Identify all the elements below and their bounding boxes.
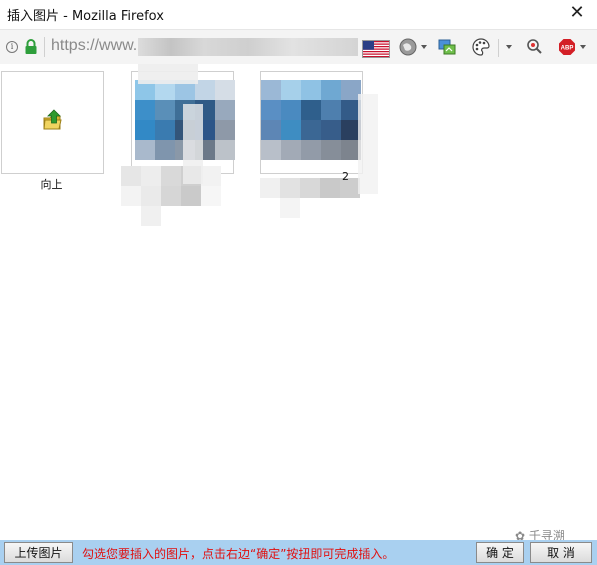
svg-text:ABP: ABP	[561, 46, 574, 52]
toolbar-separator	[498, 39, 499, 57]
close-icon: ✕	[569, 2, 585, 23]
ok-button[interactable]: 确 定	[476, 542, 524, 563]
us-flag-icon[interactable]	[362, 40, 390, 58]
search-zoom-icon[interactable]	[526, 38, 544, 56]
url-redacted	[138, 38, 358, 56]
redaction-block	[183, 104, 203, 184]
chevron-down-icon[interactable]	[580, 45, 586, 49]
url-input[interactable]: https://www.	[51, 37, 137, 55]
info-icon[interactable]: i	[6, 41, 18, 53]
upload-image-button[interactable]: 上传图片	[4, 542, 73, 563]
adblock-plus-icon[interactable]: ABP	[558, 38, 576, 56]
folder-up-icon	[43, 109, 62, 130]
window-title: 插入图片 - Mozilla Firefox	[7, 9, 164, 24]
image-tile-label: 2	[342, 170, 349, 183]
dialog-window: 插入图片 - Mozilla Firefox ✕ i https://www.	[0, 0, 597, 565]
up-folder-tile[interactable]	[1, 71, 104, 174]
url-separator	[44, 37, 45, 57]
cancel-button[interactable]: 取 消	[530, 542, 592, 563]
hint-text: 勾选您要插入的图片，点击右边“确定”按扭即可完成插入。	[82, 547, 395, 561]
bottom-toolbar: 上传图片 勾选您要插入的图片，点击右边“确定”按扭即可完成插入。 确 定 取 消	[0, 540, 597, 565]
image-tile[interactable]	[260, 71, 363, 174]
url-bar: i https://www. ABP	[0, 29, 597, 65]
image-translate-icon[interactable]	[438, 38, 456, 56]
palette-icon[interactable]	[472, 38, 490, 56]
title-bar: 插入图片 - Mozilla Firefox ✕	[0, 0, 597, 28]
redaction-block	[138, 64, 198, 84]
image-browser: 向上 2	[0, 64, 597, 540]
globe-icon[interactable]	[399, 38, 417, 56]
redaction-block	[358, 94, 378, 194]
chevron-down-icon[interactable]	[506, 45, 512, 49]
up-tile-label: 向上	[40, 178, 63, 191]
chevron-down-icon[interactable]	[421, 45, 427, 49]
lock-icon	[25, 39, 37, 54]
close-button[interactable]: ✕	[557, 0, 597, 28]
